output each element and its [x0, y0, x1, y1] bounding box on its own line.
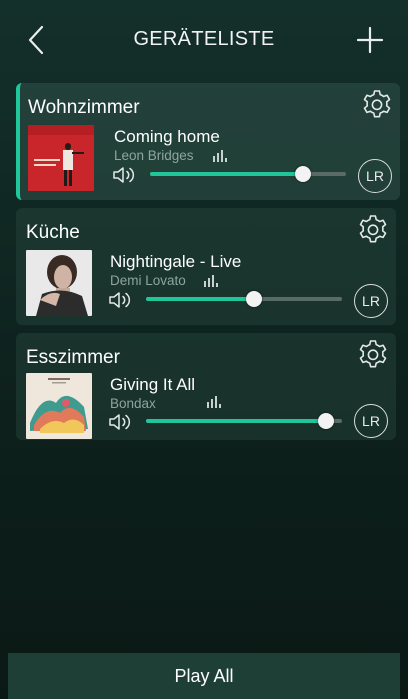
- artist-name: Demi Lovato: [110, 273, 186, 288]
- song-title: Coming home: [114, 127, 220, 146]
- channel-lr-button[interactable]: LR: [354, 284, 388, 318]
- channel-lr-button[interactable]: LR: [358, 159, 392, 193]
- device-card-wohnzimmer[interactable]: Wohnzimmer Coming home Leon Bridges LR: [16, 83, 400, 200]
- artist-name: Bondax: [110, 396, 156, 411]
- play-all-button[interactable]: Play All: [8, 653, 400, 699]
- volume-slider[interactable]: [146, 413, 342, 429]
- room-name: Esszimmer: [26, 347, 120, 368]
- equalizer-bars-icon: [207, 396, 221, 408]
- speaker-icon[interactable]: [108, 290, 134, 310]
- volume-thumb[interactable]: [245, 291, 262, 307]
- page-title: GERÄTELISTE: [133, 28, 275, 50]
- volume-fill: [146, 419, 327, 423]
- song-title: Nightingale - Live: [110, 252, 242, 271]
- speaker-icon[interactable]: [112, 165, 138, 185]
- channel-lr-button[interactable]: LR: [354, 404, 388, 438]
- device-card-kueche[interactable]: Küche Nightingale - Live Demi Lovato LR: [16, 208, 396, 325]
- artist-name: Leon Bridges: [114, 148, 194, 163]
- volume-fill: [150, 172, 303, 176]
- volume-thumb[interactable]: [294, 166, 311, 182]
- app-screen: GERÄTELISTE Wohnzimmer Coming home Leon …: [0, 0, 408, 699]
- volume-slider[interactable]: [146, 291, 342, 307]
- volume-slider[interactable]: [150, 166, 346, 182]
- song-title: Giving It All: [110, 375, 196, 394]
- device-card-esszimmer[interactable]: Esszimmer Giving It All Bondax LR: [16, 333, 396, 440]
- device-list: Wohnzimmer Coming home Leon Bridges LR K…: [16, 83, 400, 448]
- volume-thumb[interactable]: [318, 413, 335, 429]
- album-cover: [26, 250, 92, 316]
- album-cover: [28, 125, 94, 191]
- speaker-icon[interactable]: [108, 412, 134, 432]
- header: GERÄTELISTE: [0, 0, 408, 78]
- equalizer-bars-icon: [204, 275, 218, 287]
- gear-icon[interactable]: [356, 213, 390, 247]
- room-name: Küche: [26, 222, 80, 243]
- room-name: Wohnzimmer: [28, 97, 140, 118]
- volume-fill: [146, 297, 254, 301]
- plus-icon[interactable]: [352, 22, 388, 58]
- album-cover: [26, 373, 92, 439]
- equalizer-bars-icon: [213, 150, 227, 162]
- gear-icon[interactable]: [356, 338, 390, 372]
- gear-icon[interactable]: [360, 88, 394, 122]
